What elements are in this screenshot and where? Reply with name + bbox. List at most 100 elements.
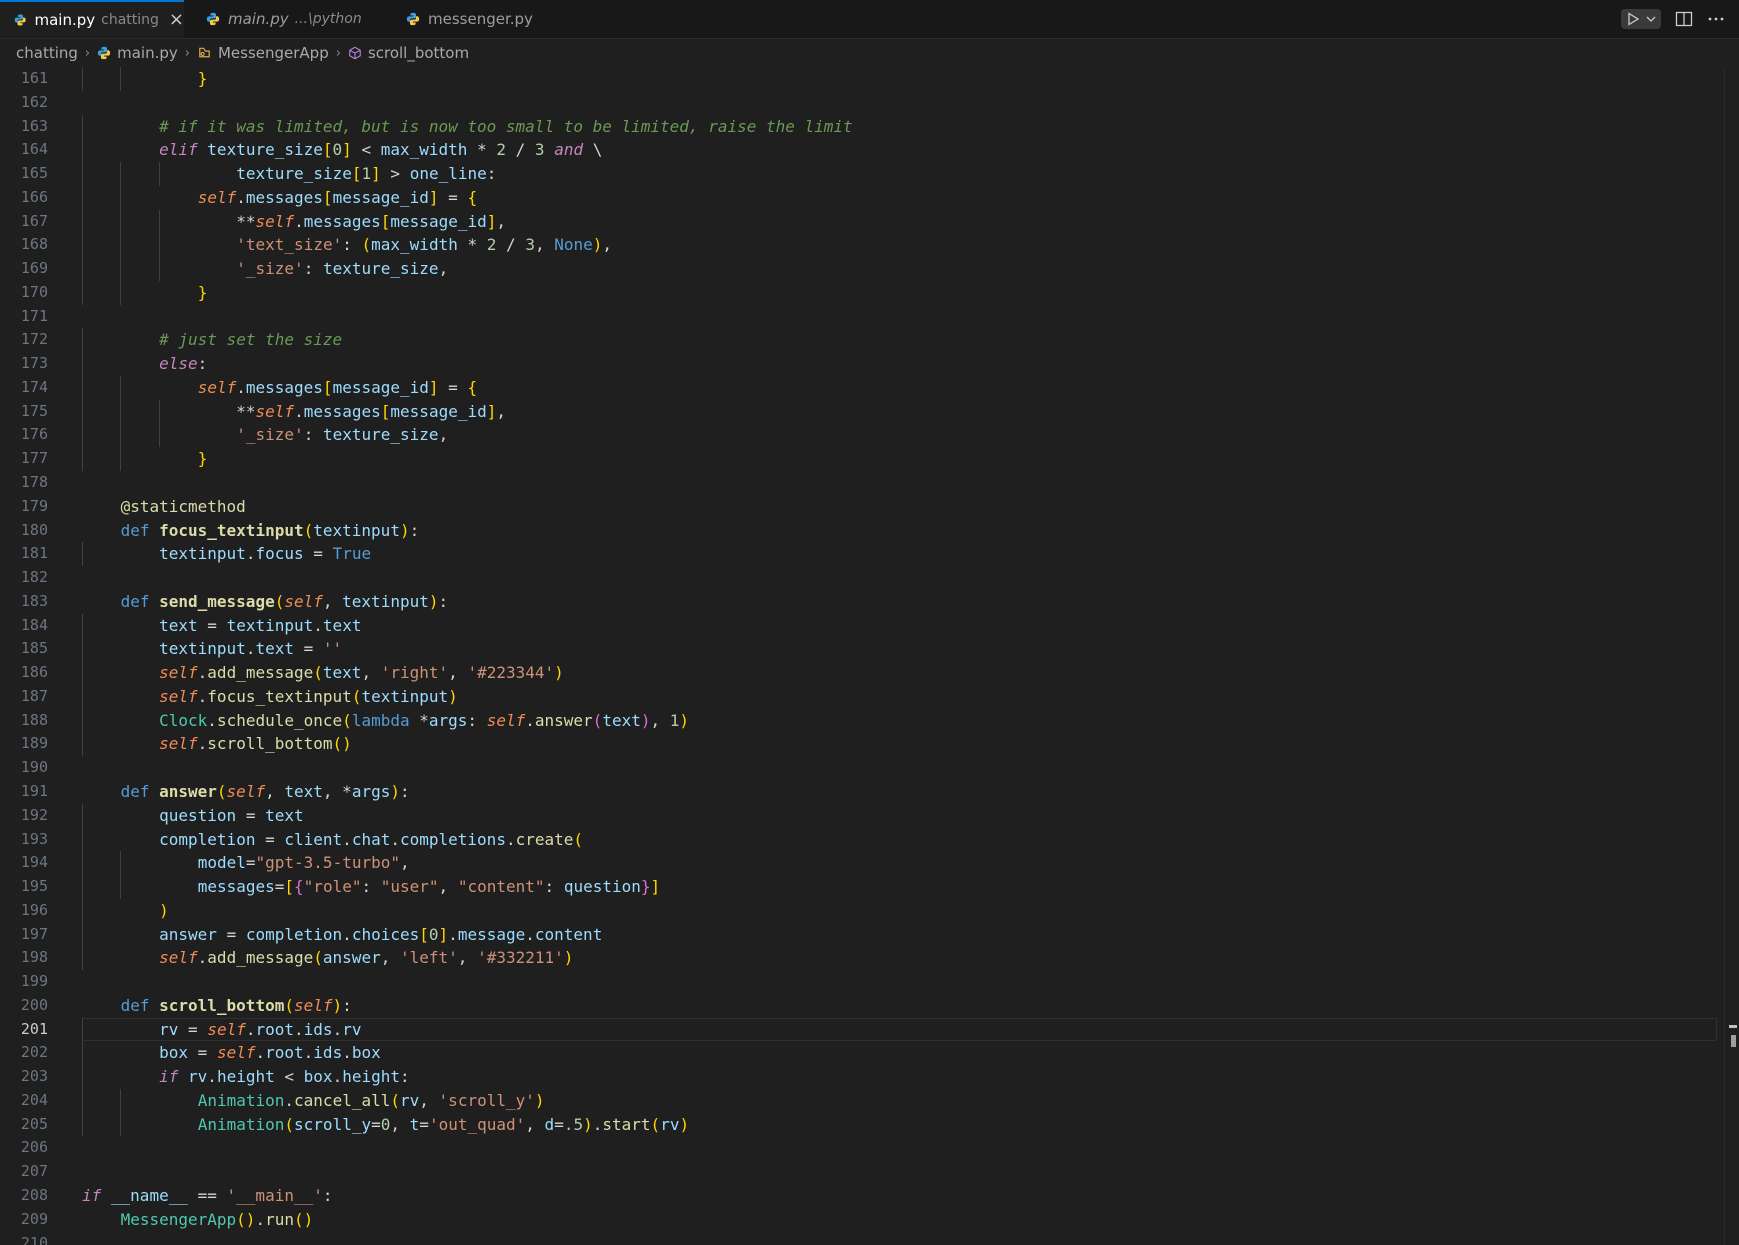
vertical-scrollbar[interactable] <box>1724 67 1739 1245</box>
line-number: 203 <box>20 1067 48 1086</box>
code-text: } <box>197 282 208 302</box>
code-line[interactable]: 191 def answer(self, text, *args): <box>0 780 1739 804</box>
code-line[interactable]: 189 self.scroll_bottom() <box>0 732 1739 757</box>
code-text: rv = self.root.ids.rv <box>159 1019 362 1039</box>
line-number: 206 <box>20 1138 48 1157</box>
code-line[interactable]: 188 Clock.schedule_once(lambda *args: se… <box>0 708 1739 733</box>
run-python-file-button[interactable] <box>1621 9 1661 29</box>
line-number: 172 <box>20 330 48 349</box>
code-line[interactable]: 186 self.add_message(text, 'right', '#22… <box>0 661 1739 685</box>
code-line[interactable]: 164 elif texture_size[0] < max_width * 2… <box>0 138 1739 163</box>
line-number: 182 <box>20 568 48 587</box>
chevron-right-icon: › <box>84 45 91 61</box>
code-line[interactable]: 181 textinput.focus = True <box>0 542 1739 567</box>
code-line[interactable]: 187 self.focus_textinput(textinput) <box>0 684 1739 709</box>
code-line[interactable]: 168 'text_size': (max_width * 2 / 3, Non… <box>0 233 1739 258</box>
code-line[interactable]: 162 <box>0 91 1739 115</box>
code-line[interactable]: 206 <box>0 1136 1739 1160</box>
code-line[interactable]: 194 model="gpt-3.5-turbo", <box>0 851 1739 876</box>
line-number: 209 <box>20 1209 48 1228</box>
code-text: **self.messages[message_id], <box>236 211 507 231</box>
code-text: ) <box>159 900 169 920</box>
breadcrumb: chatting › main.py › MessengerApp › scro… <box>0 39 1739 67</box>
code-line[interactable]: 175 **self.messages[message_id], <box>0 399 1739 424</box>
tab-filename: main.py <box>34 11 96 29</box>
code-line[interactable]: 210 <box>0 1232 1739 1245</box>
line-number: 190 <box>20 758 48 777</box>
scrollbar-thumb[interactable] <box>1731 1035 1736 1047</box>
code-text: textinput.focus = True <box>159 544 372 564</box>
more-actions-button[interactable] <box>1707 11 1725 27</box>
cursor-position-marker <box>1729 1025 1737 1028</box>
code-line[interactable]: 195 messages=[{"role": "user", "content"… <box>0 875 1739 899</box>
code-line[interactable]: 182 <box>0 566 1739 590</box>
code-line[interactable]: 178 <box>0 471 1739 495</box>
code-line[interactable]: 202 box = self.root.ids.box <box>0 1041 1739 1066</box>
breadcrumb-method[interactable]: scroll_bottom <box>348 44 469 62</box>
line-number: 163 <box>20 116 48 135</box>
code-text: texture_size[1] > one_line: <box>236 164 497 184</box>
code-line[interactable]: 176 '_size': texture_size, <box>0 423 1739 448</box>
code-line[interactable]: 201 rv = self.root.ids.rv <box>0 1017 1739 1042</box>
line-number: 192 <box>20 805 48 824</box>
line-number: 170 <box>20 282 48 301</box>
split-editor-button[interactable] <box>1675 11 1693 27</box>
code-text: textinput.text = '' <box>159 639 343 659</box>
tab-main-py-python[interactable]: main.py ...\python <box>184 0 384 38</box>
code-line[interactable]: 174 self.messages[message_id] = { <box>0 375 1739 400</box>
code-line[interactable]: 198 self.add_message(answer, 'left', '#3… <box>0 946 1739 971</box>
code-line[interactable]: 203 if rv.height < box.height: <box>0 1065 1739 1089</box>
code-line[interactable]: 177 } <box>0 447 1739 472</box>
code-line[interactable]: 171 <box>0 305 1739 329</box>
code-line[interactable]: 173 else: <box>0 352 1739 376</box>
python-file-icon <box>97 46 111 60</box>
code-line[interactable]: 163 # if it was limited, but is now too … <box>0 114 1739 139</box>
code-line[interactable]: 185 textinput.text = '' <box>0 637 1739 662</box>
close-tab-icon[interactable]: × <box>169 11 184 29</box>
code-text: '_size': texture_size, <box>236 259 449 279</box>
code-editor[interactable]: 161 } 162 163 # if it was limited, but is … <box>0 67 1739 1245</box>
code-line[interactable]: 165 texture_size[1] > one_line: <box>0 162 1739 186</box>
line-number: 194 <box>20 853 48 872</box>
breadcrumb-class-label: MessengerApp <box>217 44 329 62</box>
line-number: 161 <box>20 69 48 87</box>
code-line[interactable]: 170 } <box>0 280 1739 305</box>
code-line[interactable]: 169 '_size': texture_size, <box>0 257 1739 281</box>
line-number: 197 <box>20 924 48 943</box>
code-text: '_size': texture_size, <box>236 425 449 445</box>
code-line[interactable]: 197 answer = completion.choices[0].messa… <box>0 922 1739 947</box>
code-line[interactable]: 192 question = text <box>0 803 1739 828</box>
code-line[interactable]: 166 self.messages[message_id] = { <box>0 185 1739 210</box>
code-line[interactable]: 161 } <box>0 67 1739 91</box>
code-line[interactable]: 200 def scroll_bottom(self): <box>0 994 1739 1018</box>
line-number: 185 <box>20 639 48 658</box>
code-line[interactable]: 205 Animation(scroll_y=0, t='out_quad', … <box>0 1112 1739 1137</box>
tab-main-py-chatting[interactable]: main.py chatting × <box>0 0 184 38</box>
tab-messenger-py[interactable]: messenger.py <box>384 0 554 38</box>
code-line[interactable]: 209 MessengerApp().run() <box>0 1208 1739 1232</box>
code-line[interactable]: 172 # just set the size <box>0 328 1739 353</box>
breadcrumb-file[interactable]: main.py <box>97 44 178 62</box>
code-line[interactable]: 199 <box>0 970 1739 994</box>
code-line[interactable]: 183 def send_message(self, textinput): <box>0 590 1739 614</box>
line-number: 180 <box>20 520 48 539</box>
code-line[interactable]: 190 <box>0 756 1739 780</box>
breadcrumb-class[interactable]: MessengerApp <box>197 44 329 62</box>
code-line[interactable]: 204 Animation.cancel_all(rv, 'scroll_y') <box>0 1088 1739 1113</box>
breadcrumb-folder[interactable]: chatting <box>16 44 78 62</box>
code-line[interactable]: 207 <box>0 1160 1739 1184</box>
code-line[interactable]: 193 completion = client.chat.completions… <box>0 827 1739 852</box>
line-number: 181 <box>20 544 48 563</box>
code-text: 'text_size': (max_width * 2 / 3, None), <box>236 235 613 255</box>
code-line[interactable]: 184 text = textinput.text <box>0 613 1739 638</box>
code-line[interactable]: 208 if __name__ == '__main__': <box>0 1184 1739 1208</box>
code-line[interactable]: 196 ) <box>0 898 1739 923</box>
code-line[interactable]: 180 def focus_textinput(textinput): <box>0 519 1739 543</box>
run-icon <box>1628 12 1640 26</box>
tab-bar: main.py chatting × main.py ...\python me… <box>0 0 1739 39</box>
tab-filename: main.py <box>228 10 289 28</box>
python-file-icon <box>406 12 420 26</box>
chevron-down-icon[interactable] <box>1645 13 1657 25</box>
code-line[interactable]: 179 @staticmethod <box>0 495 1739 519</box>
code-line[interactable]: 167 **self.messages[message_id], <box>0 209 1739 234</box>
